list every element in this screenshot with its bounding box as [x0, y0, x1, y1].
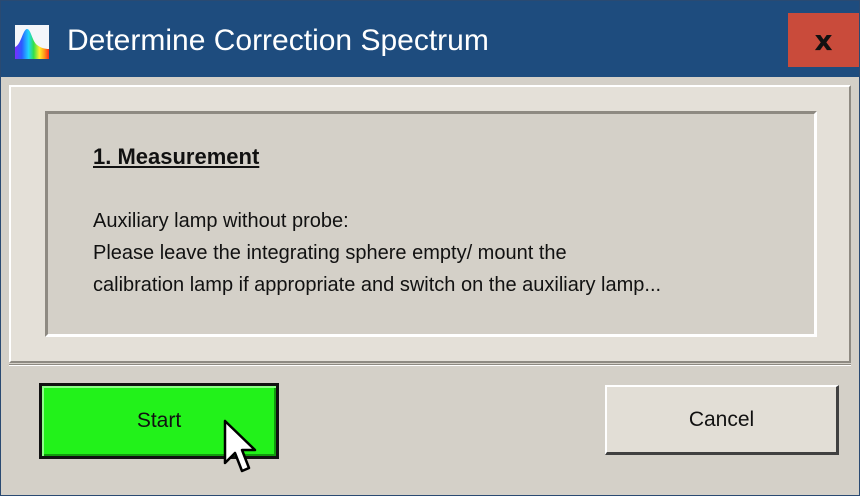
- instruction-frame: 1. Measurement Auxiliary lamp without pr…: [45, 111, 817, 337]
- title-bar[interactable]: Determine Correction Spectrum x: [1, 1, 859, 77]
- close-button[interactable]: x: [788, 13, 859, 67]
- step-heading: 1. Measurement: [93, 144, 260, 169]
- start-button-label: Start: [136, 409, 182, 432]
- instruction-line: Please leave the integrating sphere empt…: [93, 242, 567, 264]
- spectrum-icon: [15, 25, 49, 59]
- window-title: Determine Correction Spectrum: [67, 24, 489, 57]
- instruction-line: Auxiliary lamp without probe:: [93, 210, 349, 232]
- close-icon: x: [814, 23, 833, 57]
- instruction-line: calibration lamp if appropriate and swit…: [93, 274, 662, 296]
- cancel-button[interactable]: Cancel: [605, 385, 839, 455]
- divider: [9, 364, 851, 366]
- dialog-window: Determine Correction Spectrum x 1. Measu…: [0, 0, 860, 496]
- cancel-button-label: Cancel: [688, 407, 755, 431]
- dialog-body: 1. Measurement Auxiliary lamp without pr…: [9, 77, 851, 489]
- mouse-pointer-icon: [223, 419, 257, 473]
- instruction-panel: 1. Measurement Auxiliary lamp without pr…: [9, 85, 851, 363]
